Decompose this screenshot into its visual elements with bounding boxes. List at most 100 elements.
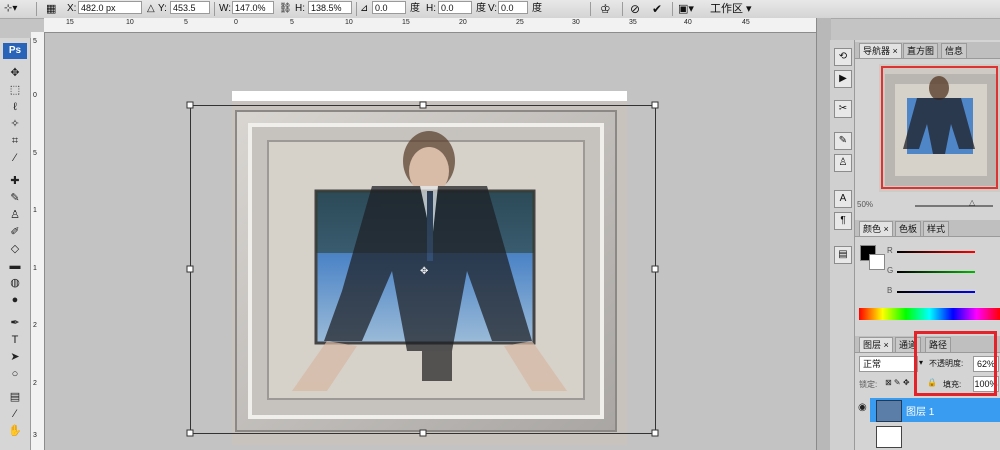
- pen-tool-icon[interactable]: ✒: [6, 316, 24, 330]
- actions-panel-icon[interactable]: ▶: [834, 70, 852, 88]
- visibility-eye-icon[interactable]: ◉: [858, 402, 867, 413]
- background-layer-thumbnail: [876, 426, 902, 448]
- paragraph-panel-icon[interactable]: ¶: [834, 212, 852, 230]
- brush-tool-icon[interactable]: ✎: [6, 191, 24, 205]
- blend-mode-select[interactable]: 正常: [859, 356, 918, 372]
- warp-icon[interactable]: ♔: [600, 2, 611, 16]
- w-label: W:: [219, 3, 232, 14]
- handle-mid-left: [186, 265, 194, 273]
- zoom-slider[interactable]: [915, 205, 993, 207]
- lasso-tool-icon[interactable]: ℓ: [6, 100, 24, 114]
- canvas-area[interactable]: ✥: [45, 33, 816, 450]
- blur-tool-icon[interactable]: ◍: [6, 276, 24, 290]
- ruler-top: 15 10 5 0 5 10 15 20 25 30 35 40 45: [44, 18, 816, 33]
- channel-r-label: R: [887, 246, 893, 255]
- marquee-tool-icon[interactable]: ⬚: [6, 83, 24, 97]
- tab-styles[interactable]: 样式: [923, 221, 950, 236]
- color-ramp[interactable]: [859, 308, 1000, 320]
- eraser-icon[interactable]: ◇: [6, 242, 24, 256]
- type-tool-icon[interactable]: T: [6, 333, 24, 347]
- channel-b-label: B: [887, 286, 893, 295]
- h-label: H:: [295, 3, 305, 14]
- rotate-input[interactable]: 0.0: [372, 1, 406, 14]
- vskew-label: V:: [488, 3, 498, 14]
- zoom-slider-thumb[interactable]: △: [969, 198, 975, 207]
- red-slider[interactable]: [897, 251, 975, 253]
- notes-tool-icon[interactable]: ▤: [6, 390, 24, 404]
- healing-brush-icon[interactable]: ✚: [6, 174, 24, 188]
- width-scale-input[interactable]: 147.0%: [232, 1, 274, 14]
- transform-box[interactable]: [45, 33, 816, 450]
- reference-point-icon[interactable]: ▦: [46, 2, 56, 16]
- move-tool-icon[interactable]: ✥: [6, 66, 24, 80]
- commit-transform-icon[interactable]: ✔: [652, 2, 662, 16]
- workspace-menu[interactable]: 工作区 ▾: [710, 2, 752, 16]
- vskew-unit: 度: [532, 3, 542, 14]
- background-color-swatch[interactable]: [869, 254, 885, 270]
- hskew-input[interactable]: 0.0: [438, 1, 472, 14]
- bridge-icon[interactable]: ▣▾: [678, 2, 694, 16]
- tab-layers[interactable]: 图层 ×: [859, 337, 893, 352]
- photoshop-logo: Ps: [3, 43, 27, 59]
- handle-bottom-right: [651, 429, 659, 437]
- delta-icon: △: [147, 3, 155, 14]
- ruler-left: 5 0 5 1 1 2 2 3: [31, 32, 45, 450]
- green-slider[interactable]: [897, 271, 975, 273]
- lock-icons[interactable]: ⊠ ✎ ✥: [885, 378, 910, 387]
- handle-top-right: [651, 101, 659, 109]
- handle-bottom-left: [186, 429, 194, 437]
- shape-tool-icon[interactable]: ○: [6, 367, 24, 381]
- hskew-unit: 度: [476, 3, 486, 14]
- tool-presets-icon[interactable]: ✂: [834, 100, 852, 118]
- rotate-unit: 度: [410, 3, 420, 14]
- tab-swatches[interactable]: 色板: [895, 221, 922, 236]
- layer-comps-icon[interactable]: ▤: [834, 246, 852, 264]
- vskew-input[interactable]: 0.0: [498, 1, 528, 14]
- eyedropper-icon[interactable]: ⁄: [6, 151, 24, 165]
- path-selection-icon[interactable]: ➤: [6, 350, 24, 364]
- navigator-view-box[interactable]: [881, 66, 998, 189]
- handle-bottom-center: [419, 429, 427, 437]
- height-scale-input[interactable]: 138.5%: [308, 1, 352, 14]
- crop-tool-icon[interactable]: ⌗: [6, 134, 24, 148]
- dodge-tool-icon[interactable]: ●: [6, 293, 24, 307]
- options-bar: ⊹▾ ▦ X: 482.0 px △ Y: 453.5 px W: 147.0%…: [0, 0, 1000, 26]
- layer-name[interactable]: 图层 1: [906, 403, 934, 418]
- brushes-panel-icon[interactable]: ✎: [834, 132, 852, 150]
- history-panel-icon[interactable]: ⟲: [834, 48, 852, 66]
- lock-label: 锁定:: [859, 380, 878, 389]
- blue-slider[interactable]: [897, 291, 975, 293]
- clone-stamp-icon[interactable]: ♙: [6, 208, 24, 222]
- move-tool-preset-icon[interactable]: ⊹▾: [4, 2, 17, 16]
- rotate-icon: ⊿: [360, 3, 369, 14]
- navigator-thumbnail[interactable]: [879, 64, 1000, 192]
- tab-histogram[interactable]: 直方图: [903, 43, 939, 58]
- channel-g-label: G: [887, 266, 894, 275]
- history-brush-icon[interactable]: ✐: [6, 225, 24, 239]
- layer-thumbnail: [876, 400, 902, 422]
- handle-mid-right: [651, 265, 659, 273]
- tools-panel: Ps ✥ ⬚ ℓ ✧ ⌗ ⁄ ✚ ✎ ♙ ✐ ◇ ▬ ◍ ● ✒ T ➤ ○ ▤…: [0, 38, 31, 450]
- dock-collapse-strip[interactable]: [816, 18, 831, 450]
- eyedropper2-icon[interactable]: ⁄: [6, 407, 24, 421]
- layer-row-below[interactable]: [870, 423, 1000, 450]
- handle-top-left: [186, 101, 194, 109]
- clone-source-icon[interactable]: ♙: [834, 154, 852, 172]
- tab-info[interactable]: 信息: [941, 43, 968, 58]
- gradient-tool-icon[interactable]: ▬: [6, 259, 24, 273]
- character-panel-icon[interactable]: A: [834, 190, 852, 208]
- zoom-value[interactable]: 50%: [857, 200, 873, 209]
- magic-wand-icon[interactable]: ✧: [6, 117, 24, 131]
- y-label-text: Y:: [158, 3, 167, 14]
- handle-top-center: [419, 101, 427, 109]
- link-icon[interactable]: ⛓: [279, 2, 292, 16]
- tab-navigator[interactable]: 导航器 ×: [859, 43, 902, 58]
- navigator-tabs: 导航器 × 直方图 信息: [855, 42, 1000, 59]
- layer-row-layer1[interactable]: ◉ 图层 1: [858, 398, 1000, 422]
- tab-color[interactable]: 颜色 ×: [859, 221, 893, 236]
- x-position-input[interactable]: 482.0 px: [78, 1, 142, 14]
- y-position-input[interactable]: 453.5 px: [170, 1, 210, 26]
- hand-tool-icon[interactable]: ✋: [6, 424, 24, 438]
- color-tabs: 颜色 × 色板 样式: [855, 220, 1000, 237]
- cancel-transform-icon[interactable]: ⊘: [630, 2, 640, 16]
